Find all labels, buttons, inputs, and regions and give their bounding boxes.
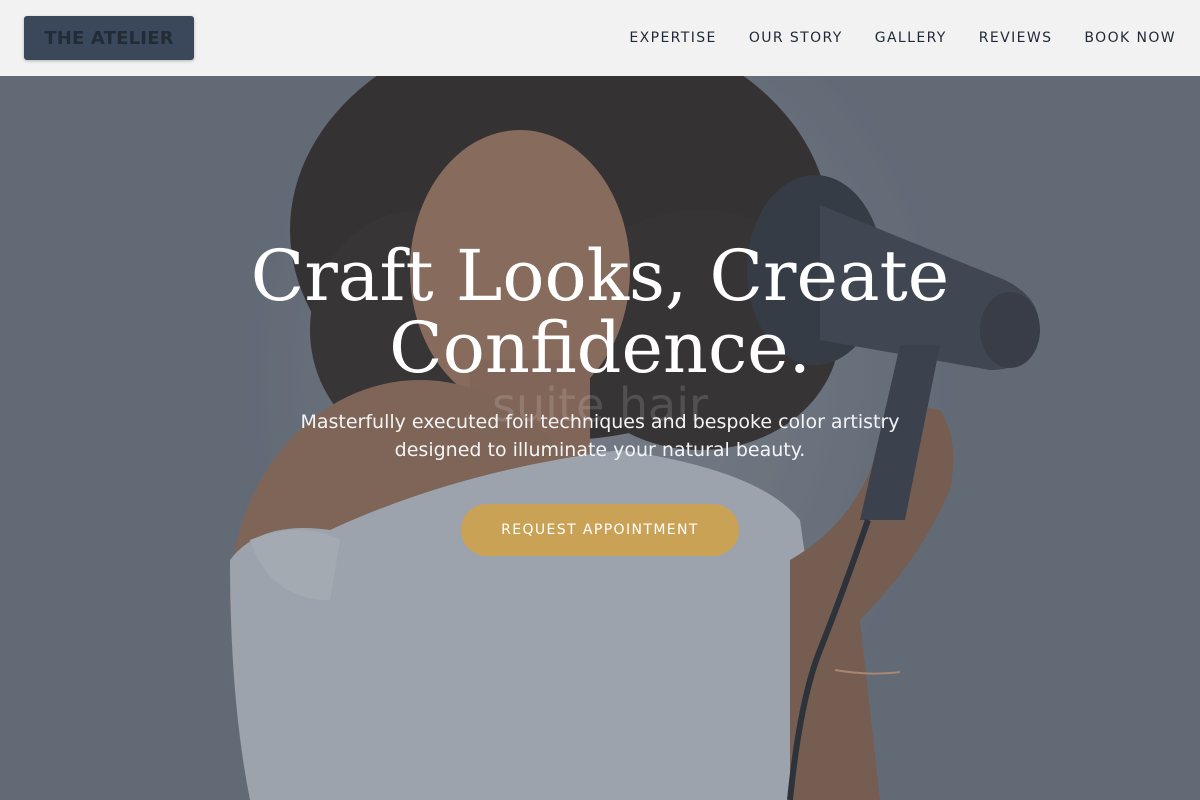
site-header: THE ATELIER EXPERTISE OUR STORY GALLERY …: [0, 0, 1200, 76]
logo-button[interactable]: THE ATELIER: [24, 16, 194, 60]
hero-section: Craft Looks, Create Confidence. Masterfu…: [0, 240, 1200, 556]
nav-link-book-now[interactable]: BOOK NOW: [1084, 30, 1176, 46]
nav-link-expertise[interactable]: EXPERTISE: [629, 30, 716, 46]
hero-title: Craft Looks, Create Confidence.: [250, 235, 950, 389]
logo-text: THE ATELIER: [44, 27, 174, 49]
nav-link-our-story[interactable]: OUR STORY: [749, 30, 843, 46]
landing-page: suite hair THE ATELIER EXPERTISE OUR STO…: [0, 0, 1200, 800]
request-appointment-button[interactable]: REQUEST APPOINTMENT: [461, 504, 739, 556]
hero-subtitle: Masterfully executed foil techniques and…: [300, 411, 900, 461]
nav-link-reviews[interactable]: REVIEWS: [979, 30, 1053, 46]
nav-link-gallery[interactable]: GALLERY: [875, 30, 947, 46]
main-nav: EXPERTISE OUR STORY GALLERY REVIEWS BOOK…: [597, 0, 1176, 76]
